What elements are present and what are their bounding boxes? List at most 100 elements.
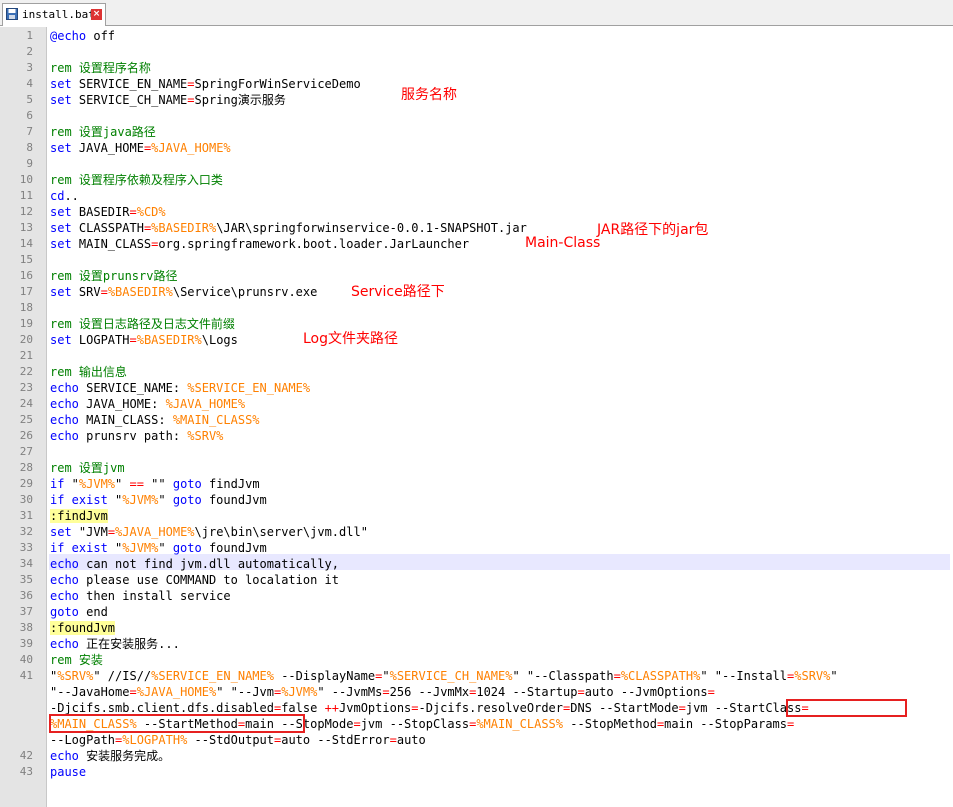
code-line[interactable]: echo SERVICE_NAME: %SERVICE_EN_NAME% (50, 380, 310, 396)
line-number: 22 (19, 365, 33, 378)
code-token: %SERVICE_CH_NAME% (389, 669, 513, 683)
code-token: MAIN_CLASS: (78, 413, 173, 427)
code-token: MAIN_CLASS (71, 237, 152, 251)
code-token: SERVICE_EN_NAME (71, 77, 188, 91)
code-line[interactable]: set SERVICE_EN_NAME=SpringForWinServiceD… (50, 76, 361, 92)
code-line[interactable]: rem 安装 (50, 652, 103, 668)
code-token: -Djcifs.resolveOrder (418, 701, 564, 715)
code-token: " (158, 493, 173, 507)
code-line[interactable]: --LogPath=%LOGPATH% --StdOutput=auto --S… (50, 732, 426, 748)
code-line[interactable]: @echo off (50, 28, 115, 44)
code-token: = (613, 669, 621, 683)
code-line[interactable]: echo JAVA_HOME: %JAVA_HOME% (50, 396, 245, 412)
line-number: 41 (19, 669, 33, 682)
code-token: JAVA_HOME: (78, 397, 166, 411)
code-line[interactable]: :foundJvm (50, 620, 116, 636)
code-token: %JVM% (122, 541, 159, 555)
code-token: %CD% (136, 205, 166, 219)
code-line[interactable]: "%SRV%" //IS//%SERVICE_EN_NAME% --Displa… (50, 668, 838, 684)
line-number: 34 (19, 557, 33, 570)
annotation-service-path: Service路径下 (351, 284, 445, 300)
code-token: auto --StdError (281, 733, 390, 747)
code-line[interactable]: rem 输出信息 (50, 364, 127, 380)
line-number: 5 (26, 93, 33, 106)
code-token: --StopMethod (563, 717, 657, 731)
code-token: = (129, 333, 137, 347)
code-line[interactable]: if exist "%JVM%" goto foundJvm (50, 540, 267, 556)
code-line[interactable]: :findJvm (50, 508, 108, 524)
code-line[interactable]: rem 设置jvm (50, 460, 125, 476)
line-number: 3 (26, 61, 33, 74)
code-token: %JAVA_HOME% (115, 525, 195, 539)
code-token: foundJvm (201, 541, 267, 555)
code-line[interactable]: set SRV=%BASEDIR%\Service\prunsrv.exe (50, 284, 317, 300)
code-line[interactable]: "--JavaHome=%JAVA_HOME%" "--Jvm=%JVM%" -… (50, 684, 715, 700)
code-token: set (50, 141, 72, 155)
code-line[interactable]: set LOGPATH=%BASEDIR%\Logs (50, 332, 238, 348)
close-tab-icon[interactable]: × (91, 9, 102, 20)
code-token: %MAIN_CLASS% (172, 413, 260, 427)
code-line[interactable]: goto end (50, 604, 108, 620)
code-line[interactable]: set SERVICE_CH_NAME=Spring演示服务 (50, 92, 286, 108)
code-token: = (353, 717, 361, 731)
code-token: main --StopParams (664, 717, 787, 731)
code-token: rem 设置java路径 (50, 125, 156, 139)
code-token: rem 安装 (50, 653, 103, 667)
code-token: goto (50, 605, 79, 619)
code-line[interactable]: echo prunsrv path: %SRV% (50, 428, 223, 444)
code-token: = (187, 77, 195, 91)
code-token: set (50, 525, 72, 539)
code-line[interactable]: rem 设置程序依赖及程序入口类 (50, 172, 223, 188)
code-token: = (107, 525, 116, 539)
code-token: = (787, 717, 795, 731)
code-line[interactable]: if "%JVM%" == "" goto findJvm (50, 476, 260, 492)
code-token: org.springframework.boot.loader.JarLaunc… (158, 237, 470, 251)
code-token: if exist (50, 541, 108, 555)
code-line[interactable]: rem 设置程序名称 (50, 60, 151, 76)
line-number: 31 (19, 509, 33, 522)
code-token: echo (50, 397, 79, 411)
code-line[interactable]: set MAIN_CLASS=org.springframework.boot.… (50, 236, 469, 252)
code-token: %SRV% (187, 429, 224, 443)
code-token: \jre\bin\server\jvm.dll" (194, 525, 368, 539)
code-token: " "--Classpath (512, 669, 614, 683)
code-token: %BASEDIR% (107, 285, 173, 299)
code-line[interactable]: set CLASSPATH=%BASEDIR%\JAR\springforwin… (50, 220, 527, 236)
code-token: = (382, 685, 390, 699)
code-line[interactable]: echo please use COMMAND to localation it (50, 572, 339, 588)
code-line[interactable]: set JAVA_HOME=%JAVA_HOME% (50, 140, 231, 156)
code-line[interactable]: rem 设置prunsrv路径 (50, 268, 177, 284)
code-line[interactable]: cd.. (50, 188, 79, 204)
code-editor[interactable]: @echo off rem 设置程序名称 set SERVICE_EN_NAME=S… (50, 27, 950, 807)
tab-install-bat[interactable]: install.bat × (2, 3, 106, 26)
code-line[interactable]: echo 正在安装服务... (50, 636, 180, 652)
code-token: auto (396, 733, 426, 747)
code-token: end (78, 605, 108, 619)
code-line[interactable]: set "JVM=%JAVA_HOME%\jre\bin\server\jvm.… (50, 524, 368, 540)
code-token: %SERVICE_EN_NAME% (187, 381, 311, 395)
code-token: goto (172, 541, 202, 555)
code-token: = (678, 701, 686, 715)
code-line[interactable]: if exist "%JVM%" goto foundJvm (50, 492, 267, 508)
code-token: set (50, 237, 72, 251)
code-token: pause (50, 765, 87, 779)
code-token: "JVM (71, 525, 108, 539)
code-token: set (50, 93, 72, 107)
code-token: .. (64, 189, 79, 203)
code-line[interactable]: echo MAIN_CLASS: %MAIN_CLASS% (50, 412, 260, 428)
code-token: JvmOptions (339, 701, 412, 715)
line-number: 14 (19, 237, 33, 250)
code-line[interactable]: rem 设置日志路径及日志文件前缀 (50, 316, 235, 332)
code-line[interactable]: echo 安装服务完成。 (50, 748, 170, 764)
code-line[interactable]: echo can not find jvm.dll automatically, (50, 556, 339, 572)
code-token: %CLASSPATH% (620, 669, 701, 683)
code-token: false (281, 701, 325, 715)
code-token: echo (50, 557, 79, 571)
code-line[interactable]: set BASEDIR=%CD% (50, 204, 166, 220)
line-number: 15 (19, 253, 33, 266)
code-line[interactable]: pause (50, 764, 86, 780)
code-line[interactable]: rem 设置java路径 (50, 124, 156, 140)
code-token: --StdOutput (187, 733, 274, 747)
code-line[interactable]: echo then install service (50, 588, 231, 604)
code-token: off (86, 29, 116, 43)
